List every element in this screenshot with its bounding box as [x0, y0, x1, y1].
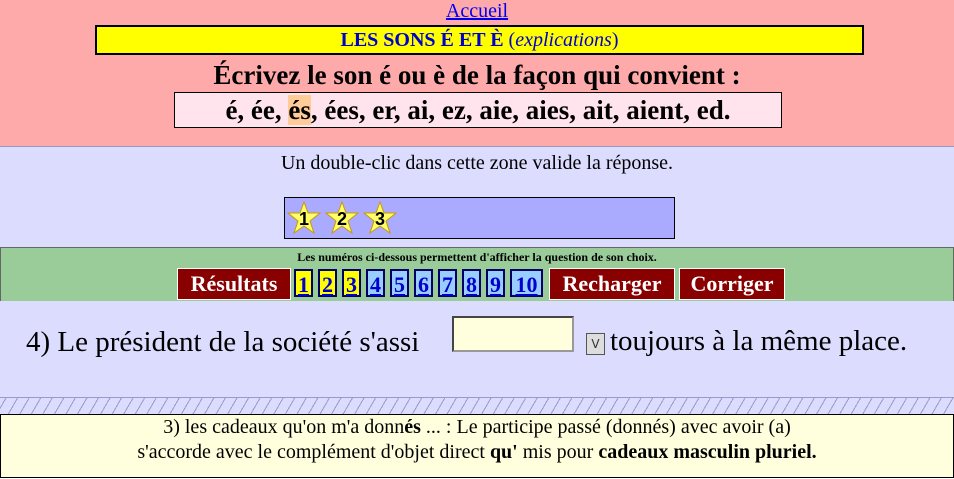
question-1-button[interactable]: 1 — [294, 269, 313, 297]
page-title-box: LES SONS É ET È (explications) — [95, 25, 864, 55]
chevron-down-icon[interactable]: V — [586, 333, 605, 355]
correct-button[interactable]: Corriger — [679, 268, 785, 300]
title-paren-open: ( — [503, 29, 516, 51]
question-6-button[interactable]: 6 — [414, 269, 433, 297]
explanation-line-2: s'accorde avec le complément d'objet dir… — [1, 440, 953, 465]
answer-input[interactable] — [452, 316, 574, 352]
question-8-button[interactable]: 8 — [462, 269, 481, 297]
star-label: 2 — [336, 209, 347, 229]
star-icon: 2 — [325, 201, 359, 235]
question-5-button[interactable]: 5 — [390, 269, 409, 297]
header-section: Accueil LES SONS É ET È (explications) É… — [0, 0, 954, 146]
explanation-text: 3) les cadeaux qu'on m'a donn — [163, 416, 405, 438]
explanation-bold: qu' — [489, 441, 518, 463]
question-10-button[interactable]: 10 — [510, 269, 543, 297]
navigation-hint: Les numéros ci-dessous permettent d'affi… — [297, 250, 657, 264]
question-3-button[interactable]: 3 — [342, 269, 361, 297]
question-2-button[interactable]: 2 — [318, 269, 337, 297]
page-title: LES SONS É ET È — [340, 29, 504, 51]
validation-zone[interactable]: Un double-clic dans cette zone valide la… — [0, 146, 954, 249]
star-label: 1 — [298, 209, 309, 229]
explanation-bold: cadeaux masculin pluriel. — [598, 441, 817, 463]
score-stars-bar: 1 2 3 — [284, 197, 675, 239]
exercise-instruction: Écrivez le son é ou è de la façon qui co… — [213, 60, 741, 90]
question-4-button[interactable]: 4 — [366, 269, 385, 297]
explanation-text: ... : Le participe passé (donnés) avec a… — [420, 416, 791, 438]
reload-button[interactable]: Recharger — [549, 268, 675, 300]
double-click-hint: Un double-clic dans cette zone valide la… — [280, 152, 674, 174]
explanation-line-1: 3) les cadeaux qu'on m'a donnés ... : Le… — [1, 415, 953, 440]
spellings-list: é, ée, és, ées, er, ai, ez, aie, aies, a… — [174, 92, 782, 128]
spellings-before: é, ée, — [225, 95, 289, 125]
explanation-text: s'accorde avec le complément d'objet dir… — [137, 441, 490, 463]
star-icon: 3 — [363, 201, 397, 235]
home-link[interactable]: Accueil — [0, 0, 954, 22]
title-paren-close: ) — [611, 29, 619, 51]
spellings-highlight: és — [288, 95, 311, 125]
spellings-after: , ées, er, ai, ez, aie, aies, ait, aient… — [310, 95, 731, 125]
question-7-button[interactable]: 7 — [438, 269, 457, 297]
question-prefix: 4) Le président de la société s'assi — [26, 326, 420, 358]
explanations-link[interactable]: explications — [515, 29, 612, 51]
explanation-text: mis pour — [517, 441, 599, 463]
results-button[interactable]: Résultats — [177, 268, 291, 300]
star-label: 3 — [374, 209, 385, 229]
star-icon: 1 — [287, 201, 321, 235]
question-suffix: toujours à la même place. — [610, 325, 908, 357]
explanation-bold: és — [404, 416, 421, 438]
divider-hatch — [0, 397, 954, 415]
question-navigation: Les numéros ci-dessous permettent d'affi… — [0, 247, 954, 302]
previous-answer-explanation: 3) les cadeaux qu'on m'a donnés ... : Le… — [0, 414, 954, 478]
question-9-button[interactable]: 9 — [486, 269, 505, 297]
